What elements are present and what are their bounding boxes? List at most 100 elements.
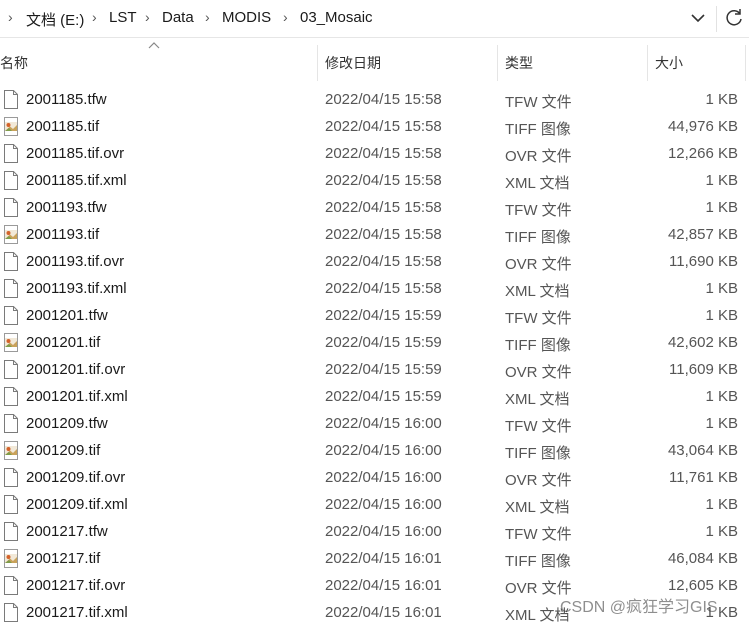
tiff-image-icon [3,549,19,568]
file-name: 2001201.tif [26,334,101,351]
file-row[interactable]: 2001193.tfw 2022/04/15 15:58 TFW 文件 1 KB [0,194,749,221]
file-name: 2001201.tif.xml [26,388,128,405]
file-date-modified: 2022/04/15 15:59 [325,307,442,324]
blank-file-icon [3,495,19,514]
file-type: TFW 文件 [505,526,572,543]
file-size: 42,857 KB [667,226,738,243]
blank-file-icon [3,90,19,109]
file-type: TFW 文件 [505,310,572,327]
divider [716,6,717,32]
tiff-image-icon [3,441,19,460]
tiff-image-icon [3,333,19,352]
file-type: XML 文档 [505,283,570,300]
file-date-modified: 2022/04/15 16:01 [325,550,442,567]
file-name: 2001201.tif.ovr [26,361,126,378]
file-type: OVR 文件 [505,256,572,273]
file-type: TIFF 图像 [505,553,571,570]
file-date-modified: 2022/04/15 16:01 [325,577,442,594]
file-row[interactable]: 2001185.tif 2022/04/15 15:58 TIFF 图像 44,976… [0,113,749,140]
file-size: 43,064 KB [667,442,738,459]
file-date-modified: 2022/04/15 16:01 [325,604,442,621]
column-header-row: 名称 修改日期 类型 大小 [0,39,749,85]
column-header-size[interactable]: 大小 [655,53,683,73]
address-bar[interactable]: › 文档 (E:) › LST › Data › MODIS › 03_Mosa… [0,0,749,38]
column-divider[interactable] [647,45,648,81]
file-name: 2001193.tif.ovr [26,253,125,270]
file-size: 1 KB [705,415,738,432]
file-size: 11,761 KB [669,469,738,486]
breadcrumb-lst[interactable]: LST [109,9,137,26]
blank-file-icon [3,522,19,541]
file-type: TFW 文件 [505,94,572,111]
file-row[interactable]: 2001217.tfw 2022/04/15 16:00 TFW 文件 1 KB [0,518,749,545]
chevron-right-icon[interactable]: › [92,9,97,25]
tiff-image-icon [3,117,19,136]
blank-file-icon [3,387,19,406]
file-size: 1 KB [705,388,738,405]
blank-file-icon [3,468,19,487]
file-date-modified: 2022/04/15 16:00 [325,415,442,432]
file-type: TIFF 图像 [505,445,571,462]
file-row[interactable]: 2001185.tfw 2022/04/15 15:58 TFW 文件 1 KB [0,86,749,113]
file-row[interactable]: 2001185.tif.ovr 2022/04/15 15:58 OVR 文件 12,… [0,140,749,167]
chevron-right-icon[interactable]: › [205,9,210,25]
chevron-right-icon[interactable]: › [145,9,150,25]
file-row[interactable]: 2001209.tif.ovr 2022/04/15 16:00 OVR 文件 11,… [0,464,749,491]
column-divider[interactable] [317,45,318,81]
blank-file-icon [3,198,19,217]
file-row[interactable]: 2001201.tif 2022/04/15 15:59 TIFF 图像 42,602… [0,329,749,356]
file-name: 2001193.tif.xml [26,280,127,297]
column-header-type[interactable]: 类型 [505,53,533,73]
file-size: 12,605 KB [667,577,738,594]
file-size: 46,084 KB [667,550,738,567]
file-row[interactable]: 2001217.tif 2022/04/15 16:01 TIFF 图像 46,084… [0,545,749,572]
chevron-right-icon[interactable]: › [283,9,288,25]
file-row[interactable]: 2001201.tif.ovr 2022/04/15 15:59 OVR 文件 11,… [0,356,749,383]
tiff-image-icon [3,225,19,244]
chevron-down-icon[interactable] [686,6,710,30]
column-divider[interactable] [745,45,746,81]
file-name: 2001185.tif [26,118,100,135]
file-row[interactable]: 2001209.tif.xml 2022/04/15 16:00 XML 文档 1 K… [0,491,749,518]
file-row[interactable]: 2001209.tif 2022/04/15 16:00 TIFF 图像 43,064… [0,437,749,464]
file-type: TFW 文件 [505,418,572,435]
breadcrumb-modis[interactable]: MODIS [222,9,271,26]
file-type: XML 文档 [505,499,570,516]
file-date-modified: 2022/04/15 15:58 [325,91,442,108]
breadcrumb-data[interactable]: Data [162,9,194,26]
file-name: 2001209.tif.ovr [26,469,126,486]
file-row[interactable]: 2001185.tif.xml 2022/04/15 15:58 XML 文档 1 K… [0,167,749,194]
file-date-modified: 2022/04/15 15:59 [325,334,442,351]
file-row[interactable]: 2001201.tfw 2022/04/15 15:59 TFW 文件 1 KB [0,302,749,329]
file-type: OVR 文件 [505,148,572,165]
breadcrumb-mosaic[interactable]: 03_Mosaic [300,9,373,26]
file-type: TIFF 图像 [505,121,571,138]
file-row[interactable]: 2001201.tif.xml 2022/04/15 15:59 XML 文档 1 K… [0,383,749,410]
column-divider[interactable] [497,45,498,81]
file-name: 2001217.tif.xml [26,604,128,621]
file-size: 1 KB [705,91,738,108]
column-header-name[interactable]: 名称 [0,53,28,73]
file-row[interactable]: 2001193.tif 2022/04/15 15:58 TIFF 图像 42,857… [0,221,749,248]
file-row[interactable]: 2001193.tif.xml 2022/04/15 15:58 XML 文档 1 K… [0,275,749,302]
blank-file-icon [3,360,19,379]
file-name: 2001209.tfw [26,415,108,432]
breadcrumb-drive[interactable]: 文档 (E:) [26,9,84,30]
file-size: 11,690 KB [669,253,738,270]
blank-file-icon [3,603,19,622]
file-name: 2001185.tif.ovr [26,145,125,162]
file-row[interactable]: 2001209.tfw 2022/04/15 16:00 TFW 文件 1 KB [0,410,749,437]
file-size: 12,266 KB [667,145,738,162]
file-type: OVR 文件 [505,364,572,381]
chevron-right-icon[interactable]: › [8,9,13,25]
refresh-icon[interactable] [722,6,746,30]
file-name: 2001217.tfw [26,523,108,540]
column-header-date[interactable]: 修改日期 [325,53,381,73]
file-name: 2001193.tif [26,226,100,243]
blank-file-icon [3,144,19,163]
file-size: 42,602 KB [667,334,738,351]
file-type: XML 文档 [505,391,570,408]
file-row[interactable]: 2001193.tif.ovr 2022/04/15 15:58 OVR 文件 11,… [0,248,749,275]
file-size: 1 KB [705,496,738,513]
file-size: 44,976 KB [667,118,738,135]
